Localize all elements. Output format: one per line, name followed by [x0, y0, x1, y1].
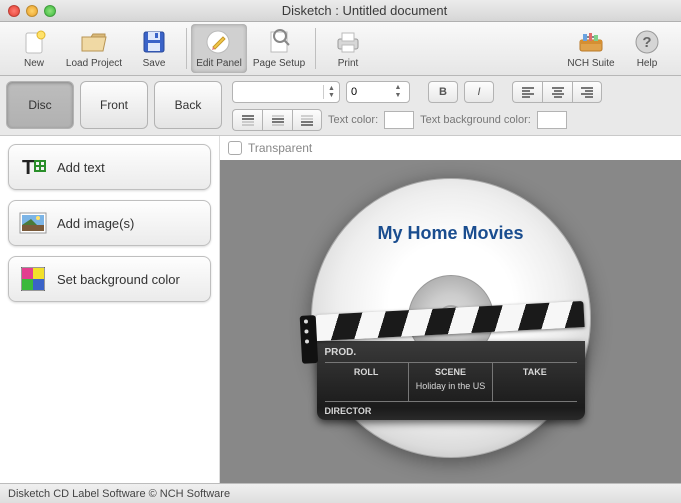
clapper-stripes	[315, 301, 584, 341]
nchsuite-label: NCH Suite	[567, 58, 614, 69]
stepper-icon[interactable]: ▲▼	[391, 84, 405, 100]
page-setup-button[interactable]: Page Setup	[247, 24, 311, 73]
image-icon	[19, 210, 47, 236]
edit-panel-icon	[204, 28, 234, 56]
italic-button[interactable]: I	[464, 81, 494, 103]
add-image-button[interactable]: Add image(s)	[8, 200, 211, 246]
load-label: Load Project	[66, 58, 122, 69]
font-size-input[interactable]	[351, 86, 391, 98]
load-project-button[interactable]: Load Project	[62, 24, 126, 73]
new-file-icon	[19, 28, 49, 56]
window-title: Disketch : Untitled document	[56, 3, 673, 18]
editpanel-label: Edit Panel	[196, 58, 242, 69]
edit-panel-button[interactable]: Edit Panel	[191, 24, 247, 73]
toolbar-separator	[315, 28, 316, 69]
design-canvas[interactable]: My Home Movies PROD. ROLL SCENEHoliday i…	[220, 160, 681, 483]
text-bgcolor-swatch[interactable]	[537, 111, 567, 129]
valign-top-button[interactable]	[232, 109, 262, 131]
sidebar: T Add text Add image(s) Set background c…	[0, 136, 220, 483]
disc-title-text[interactable]: My Home Movies	[312, 223, 590, 244]
status-bar: Disketch CD Label Software © NCH Softwar…	[0, 483, 681, 503]
canvas-wrap: Transparent My Home Movies PROD. ROLL SC…	[220, 136, 681, 483]
color-grid-icon	[19, 266, 47, 292]
vertical-align-group	[232, 109, 322, 131]
tab-disc[interactable]: Disc	[6, 81, 74, 129]
help-icon: ?	[632, 28, 662, 56]
toolbar-separator	[186, 28, 187, 69]
clap-director: DIRECTOR	[325, 402, 577, 416]
window-titlebar: Disketch : Untitled document	[0, 0, 681, 22]
transparent-label: Transparent	[248, 141, 312, 155]
set-bgcolor-label: Set background color	[57, 272, 180, 287]
folder-open-icon	[79, 28, 109, 56]
main-toolbar: New Load Project Save Edit Panel Page Se…	[0, 22, 681, 76]
font-size-field[interactable]: ▲▼	[346, 81, 410, 103]
pagesetup-label: Page Setup	[253, 58, 305, 69]
svg-text:T: T	[22, 157, 34, 179]
align-right-button[interactable]	[572, 81, 602, 103]
clap-roll: ROLL	[327, 367, 406, 377]
transparent-checkbox[interactable]	[228, 141, 242, 155]
stepper-icon[interactable]: ▲▼	[323, 85, 339, 99]
minimize-icon[interactable]	[26, 5, 38, 17]
help-button[interactable]: ? Help	[619, 24, 675, 73]
align-right-icon	[581, 86, 593, 99]
clap-scene: SCENE	[411, 367, 490, 377]
textcolor-label: Text color:	[328, 114, 378, 126]
valign-bottom-button[interactable]	[292, 109, 322, 131]
align-left-icon	[522, 86, 534, 99]
valign-top-icon	[242, 114, 254, 127]
font-family-combo[interactable]: ▲▼	[232, 81, 340, 103]
align-left-button[interactable]	[512, 81, 542, 103]
status-text: Disketch CD Label Software © NCH Softwar…	[8, 488, 230, 500]
tab-front[interactable]: Front	[80, 81, 148, 129]
svg-text:?: ?	[642, 34, 651, 51]
window-traffic-lights	[8, 5, 56, 17]
add-text-icon: T	[19, 154, 47, 180]
clapperboard[interactable]: PROD. ROLL SCENEHoliday in the US TAKE D…	[317, 315, 585, 420]
save-button[interactable]: Save	[126, 24, 182, 73]
surface-tabs: Disc Front Back	[6, 81, 222, 129]
text-color-swatch[interactable]	[384, 111, 414, 129]
add-image-label: Add image(s)	[57, 216, 134, 231]
printer-icon	[333, 28, 363, 56]
align-center-button[interactable]	[542, 81, 572, 103]
set-bgcolor-button[interactable]: Set background color	[8, 256, 211, 302]
floppy-icon	[139, 28, 169, 56]
bold-button[interactable]: B	[428, 81, 458, 103]
print-button[interactable]: Print	[320, 24, 376, 73]
valign-bottom-icon	[301, 114, 313, 127]
save-label: Save	[143, 58, 166, 69]
tab-back[interactable]: Back	[154, 81, 222, 129]
clap-prod: PROD.	[325, 347, 577, 363]
disc-preview[interactable]: My Home Movies PROD. ROLL SCENEHoliday i…	[311, 178, 591, 458]
clapper-slate: PROD. ROLL SCENEHoliday in the US TAKE D…	[317, 341, 585, 420]
clap-scene-value: Holiday in the US	[411, 377, 490, 397]
close-icon[interactable]	[8, 5, 20, 17]
bgcolor-label: Text background color:	[420, 114, 531, 126]
zoom-icon[interactable]	[44, 5, 56, 17]
format-bar: Disc Front Back ▲▼ ▲▼ B I	[0, 76, 681, 136]
paragraph-align-group	[512, 81, 602, 103]
valign-middle-button[interactable]	[262, 109, 292, 131]
print-label: Print	[338, 58, 359, 69]
new-label: New	[24, 58, 44, 69]
help-label: Help	[637, 58, 658, 69]
page-setup-icon	[264, 28, 294, 56]
add-text-button[interactable]: T Add text	[8, 144, 211, 190]
align-center-icon	[552, 86, 564, 99]
valign-middle-icon	[272, 114, 284, 127]
transparent-row: Transparent	[220, 136, 681, 160]
nch-suite-button[interactable]: NCH Suite	[563, 24, 619, 73]
clap-take: TAKE	[495, 367, 574, 377]
add-text-label: Add text	[57, 160, 105, 175]
toolbox-icon	[576, 28, 606, 56]
new-button[interactable]: New	[6, 24, 62, 73]
main-area: T Add text Add image(s) Set background c…	[0, 136, 681, 483]
